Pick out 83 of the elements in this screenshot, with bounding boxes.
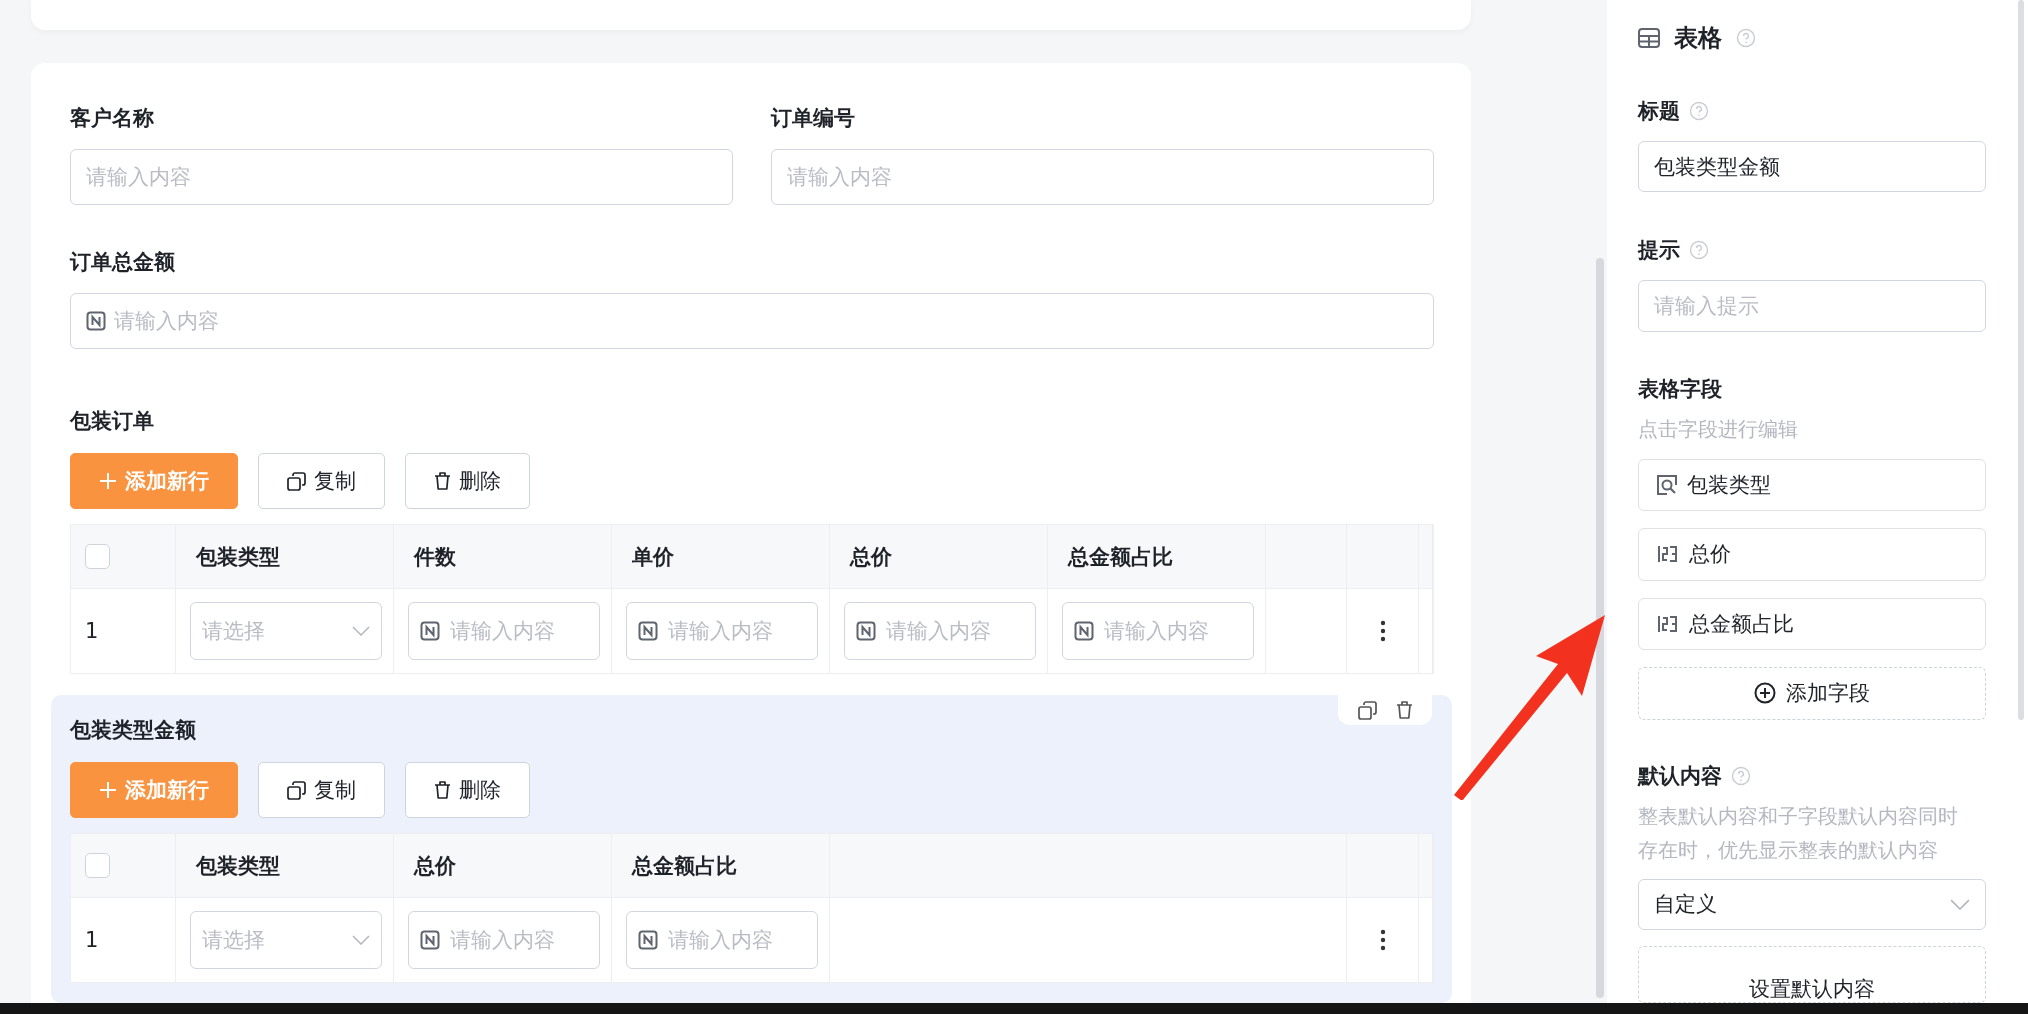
hint-field[interactable]: 请输入提示 (1638, 280, 1986, 332)
default-select[interactable]: 自定义 (1638, 878, 1986, 930)
field-label: 标题 (1638, 98, 1680, 125)
number-input-field[interactable]: 请输入内容 (408, 602, 600, 660)
column-header: 总金额占比 (632, 852, 737, 880)
scrollbar[interactable] (2018, 0, 2024, 720)
table-field-item[interactable]: 包装类型 (1638, 458, 1986, 512)
plus-icon (99, 472, 117, 490)
plus-icon (99, 781, 117, 799)
add-row-button[interactable]: 添加新行 (70, 453, 238, 509)
number-input-field[interactable]: 请输入内容 (626, 602, 818, 660)
more-icon[interactable] (1379, 620, 1386, 642)
chevron-down-icon (352, 935, 370, 945)
trash-icon (434, 780, 451, 800)
column-header: 总价 (414, 852, 456, 880)
select-field[interactable]: 请选择 (190, 602, 382, 660)
field-label: 表格字段 (1638, 375, 1722, 403)
row-number: 1 (85, 928, 99, 952)
number-icon (856, 621, 876, 641)
field-label: 默认内容 (1638, 762, 1722, 790)
column-header: 单价 (632, 543, 674, 571)
copy-icon (1357, 700, 1377, 720)
column-header: 包装类型 (196, 543, 280, 571)
input-field[interactable]: 请输入内容 (771, 149, 1434, 205)
table-field-item[interactable]: 总价 (1638, 528, 1986, 581)
delete-button[interactable]: 删除 (405, 453, 530, 509)
help-icon[interactable] (1689, 101, 1709, 121)
help-icon[interactable] (1731, 765, 1751, 786)
number-icon (1074, 621, 1094, 641)
table-icon (1638, 28, 1660, 48)
number-input-field[interactable]: 请输入内容 (626, 911, 818, 969)
checkbox[interactable] (85, 544, 110, 569)
chevron-down-icon (1950, 898, 1970, 910)
add-row-button[interactable]: 添加新行 (70, 762, 238, 818)
table-field-item[interactable]: 总金额占比 (1638, 597, 1986, 651)
copy-icon (287, 780, 306, 800)
trash-icon (434, 471, 451, 491)
scrollbar[interactable] (1596, 258, 1604, 998)
help-icon[interactable] (1736, 28, 1756, 48)
set-default-button[interactable]: 设置默认内容 (1638, 946, 1986, 1003)
help-text: 点击字段进行编辑 (1638, 415, 1799, 443)
help-icon[interactable] (1689, 240, 1709, 261)
copy-icon (287, 471, 306, 491)
field-label: 提示 (1638, 237, 1680, 265)
field-label: 订单编号 (771, 105, 856, 131)
number-icon (420, 930, 440, 950)
duplicate-button[interactable] (1357, 700, 1377, 720)
input-field[interactable]: 请输入内容 (70, 293, 1434, 349)
field-label: 订单总金额 (70, 249, 176, 275)
input-field[interactable]: 请输入内容 (70, 149, 733, 205)
trash-icon (1395, 700, 1413, 720)
column-header: 总价 (850, 543, 892, 571)
column-header: 件数 (414, 543, 456, 571)
column-header: 包装类型 (196, 852, 280, 880)
panel-heading: 表格 (1674, 23, 1722, 54)
table-title: 包装类型金额 (70, 717, 197, 743)
table-title: 包装订单 (70, 408, 155, 434)
select-field[interactable]: 请选择 (190, 911, 382, 969)
title-field[interactable]: 包装类型金额 (1638, 141, 1986, 193)
number-input-field[interactable]: 请输入内容 (844, 602, 1036, 660)
number-input-field[interactable]: 请输入内容 (1062, 602, 1254, 660)
number-icon (86, 311, 106, 331)
help-text: 整表默认内容和子字段默认内容同时存在时，优先显示整表的默认内容 (1638, 802, 1959, 864)
remove-button[interactable] (1395, 700, 1413, 720)
column-header: 总金额占比 (1068, 543, 1173, 571)
digits-icon (1657, 614, 1679, 633)
add-field-button[interactable]: 添加字段 (1638, 667, 1986, 720)
chevron-down-icon (352, 626, 370, 636)
checkbox[interactable] (85, 853, 110, 878)
copy-button[interactable]: 复制 (258, 762, 385, 818)
field-label: 客户名称 (70, 105, 155, 131)
number-input-field[interactable]: 请输入内容 (408, 911, 600, 969)
delete-button[interactable]: 删除 (405, 762, 530, 818)
plus-circle-icon (1754, 682, 1776, 705)
number-icon (638, 930, 658, 950)
row-number: 1 (85, 619, 99, 643)
search-box-icon (1657, 475, 1677, 496)
number-icon (638, 621, 658, 641)
digits-icon (1657, 545, 1679, 564)
number-icon (420, 621, 440, 641)
selected-table-block[interactable]: 包装类型金额 添加新行 复制 删除 包装类型 总价 总金额占比 1 请选择 请输入内容 请输入内容 (51, 695, 1452, 1003)
copy-button[interactable]: 复制 (258, 453, 385, 509)
more-icon[interactable] (1379, 929, 1386, 951)
